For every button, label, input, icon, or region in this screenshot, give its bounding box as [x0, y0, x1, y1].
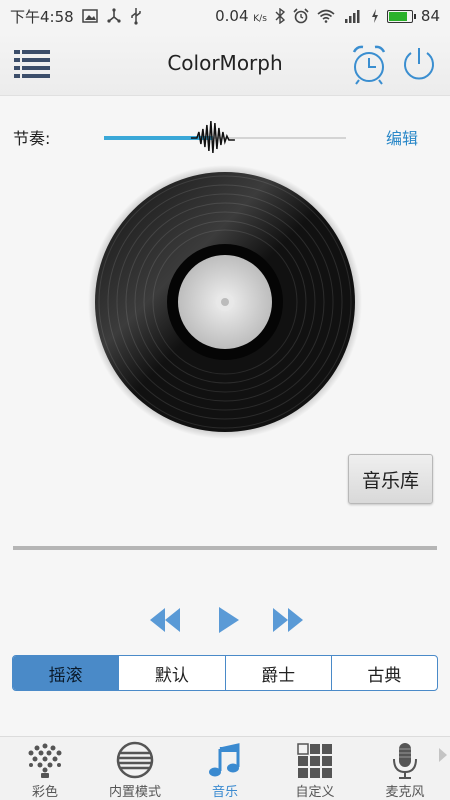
vinyl-record [88, 165, 362, 439]
music-note-icon [209, 743, 240, 777]
status-bar: 下午4:58 0.04 K/s 84 [0, 0, 450, 32]
nav-item-builtin-modes[interactable]: 内置模式 [95, 739, 175, 800]
nav-label-color: 彩色 [31, 785, 58, 800]
pattern-disc-icon [116, 741, 154, 779]
app-bar: ColorMorph [0, 32, 450, 96]
wifi-icon [317, 9, 335, 23]
usb-icon [130, 8, 141, 25]
status-bar-right: 0.04 K/s 84 [215, 7, 440, 25]
battery-fill [388, 11, 408, 21]
alarm-icon [293, 8, 309, 24]
playback-controls [0, 600, 450, 640]
battery-level: 84 [420, 7, 440, 25]
rhythm-slider[interactable] [100, 115, 350, 155]
nav-label-music: 音乐 [211, 785, 238, 800]
nav-label-custom: 自定义 [295, 785, 335, 800]
net-speed-unit: K/s [253, 14, 267, 24]
tab-default[interactable]: 默认 [119, 656, 226, 690]
grid-icon [297, 743, 332, 778]
chevron-right-icon[interactable] [438, 747, 448, 763]
nav-item-music[interactable]: 音乐 [185, 739, 265, 800]
signal-icon [344, 10, 360, 23]
rewind-icon[interactable] [147, 600, 187, 640]
tab-jazz[interactable]: 爵士 [226, 656, 332, 690]
tab-classical[interactable]: 古典 [332, 656, 437, 690]
fast-forward-icon[interactable] [266, 600, 306, 640]
battery-icon [386, 9, 416, 23]
status-bar-left: 下午4:58 [10, 6, 142, 27]
power-button[interactable] [400, 44, 438, 84]
playback-progress-bar[interactable] [13, 546, 437, 550]
net-speed: 0.04 K/s [215, 7, 267, 25]
power-icon [404, 48, 434, 80]
alarm-button[interactable] [350, 42, 388, 86]
microphone-icon [393, 743, 417, 779]
rhythm-label: 节奏: [13, 129, 51, 148]
nav-item-color[interactable]: 彩色 [5, 739, 85, 800]
nav-label-microphone: 麦克风 [385, 785, 425, 800]
tab-rock[interactable]: 摇滚 [13, 656, 120, 690]
play-icon[interactable] [209, 600, 249, 640]
nav-item-custom[interactable]: 自定义 [275, 739, 355, 800]
image-icon [81, 9, 98, 23]
color-dots-icon [28, 743, 62, 778]
nav-label-builtin-modes: 内置模式 [108, 785, 161, 800]
rhythm-row: 节奏: 编辑 [0, 110, 450, 160]
bottom-nav: 彩色 内置模式 音乐 自定义 麦克风 [0, 736, 450, 800]
alarm-clock-icon [352, 45, 386, 85]
net-speed-value: 0.04 [215, 7, 249, 25]
status-time: 下午4:58 [10, 7, 74, 26]
music-library-button[interactable]: 音乐库 [348, 454, 433, 504]
edit-link[interactable]: 编辑 [386, 125, 418, 149]
bluetooth-icon [275, 8, 285, 24]
genre-tabs: 摇滚 默认 爵士 古典 [12, 655, 438, 691]
usb-tether-icon [107, 8, 121, 23]
nav-item-microphone[interactable]: 麦克风 [365, 739, 445, 800]
charging-icon [371, 9, 378, 23]
